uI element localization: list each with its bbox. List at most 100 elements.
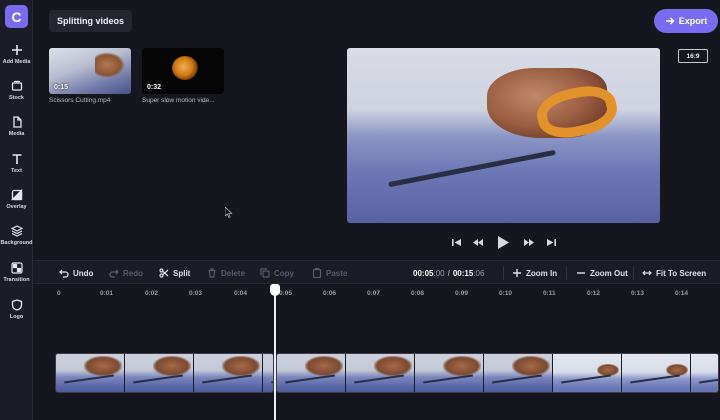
- paste-button[interactable]: Paste: [312, 261, 347, 285]
- ruler-label: 0:03: [189, 290, 203, 297]
- fit-to-screen-label: Fit To Screen: [656, 268, 707, 278]
- redo-icon: [109, 269, 119, 278]
- media-icon: [12, 116, 22, 128]
- split-button[interactable]: Split: [159, 261, 190, 285]
- sidebar-item-background[interactable]: Background: [0, 223, 33, 255]
- aspect-ratio-button[interactable]: 16:9: [678, 49, 708, 63]
- copy-button[interactable]: Copy: [260, 261, 294, 285]
- rewind-button[interactable]: [472, 236, 484, 248]
- sidebar: C Add Media Stock Media Text Overlay Bac…: [0, 0, 33, 420]
- ruler-label: 0:10: [499, 290, 513, 297]
- zoom-out-button[interactable]: Zoom Out: [576, 261, 628, 285]
- sidebar-item-add-media[interactable]: Add Media: [0, 42, 33, 74]
- total-time: 00:15: [452, 268, 474, 278]
- toolbar-divider: [566, 266, 567, 280]
- clip-frame: [415, 354, 484, 392]
- ruler-label: 0:01: [100, 290, 114, 297]
- zoom-in-button[interactable]: Zoom In: [512, 261, 557, 285]
- media-duration: 0:15: [54, 84, 69, 91]
- delete-label: Delete: [221, 268, 246, 278]
- play-button[interactable]: [496, 235, 510, 249]
- ruler-label: 0:08: [411, 290, 425, 297]
- sidebar-item-logo[interactable]: Logo: [0, 297, 33, 329]
- clip-frame: [484, 354, 553, 392]
- zoom-out-label: Zoom Out: [590, 268, 628, 278]
- sidebar-item-label: Text: [11, 168, 22, 174]
- ruler-label: 0:11: [543, 290, 556, 297]
- sidebar-item-label: Transition: [3, 277, 30, 283]
- media-item-slow-motion[interactable]: 0:32 Super slow motion vide...: [142, 48, 224, 104]
- undo-label: Undo: [73, 268, 94, 278]
- stock-icon: [11, 80, 22, 91]
- sidebar-item-label: Overlay: [6, 204, 27, 210]
- sidebar-item-text[interactable]: Text: [0, 151, 33, 183]
- sidebar-item-stock[interactable]: Stock: [0, 78, 33, 110]
- ruler-label: 0:07: [367, 290, 381, 297]
- clip-frame: [277, 354, 346, 392]
- export-icon: [665, 17, 675, 25]
- skip-to-start-button[interactable]: [450, 236, 462, 248]
- timecode-separator: /: [447, 268, 450, 278]
- playhead-handle[interactable]: [270, 284, 280, 296]
- preview-scissors-blade: [388, 149, 556, 188]
- project-title[interactable]: Splitting videos: [49, 10, 133, 32]
- total-frames: :06: [473, 268, 485, 278]
- fast-forward-icon: [524, 238, 534, 246]
- scissors-icon: [159, 268, 169, 278]
- sidebar-item-overlay[interactable]: Overlay: [0, 187, 33, 219]
- current-frames: :00: [433, 268, 445, 278]
- sidebar-item-transition[interactable]: Transition: [0, 260, 33, 292]
- video-clip-second-half[interactable]: [276, 353, 719, 393]
- toolbar-divider: [633, 266, 634, 280]
- fit-to-screen-icon: [642, 270, 652, 276]
- toolbar-divider: [503, 266, 504, 280]
- clip-frame: [194, 354, 263, 392]
- ruler-label: 0:14: [675, 290, 689, 297]
- ruler-label: 0:13: [631, 290, 645, 297]
- redo-button[interactable]: Redo: [109, 261, 143, 285]
- ruler-label: 0:02: [145, 290, 159, 297]
- media-name: Super slow motion vide...: [142, 97, 215, 104]
- media-thumbnail[interactable]: 0:15: [49, 48, 131, 94]
- video-preview[interactable]: [347, 48, 660, 223]
- sidebar-item-label: Background: [0, 240, 33, 246]
- fit-to-screen-button[interactable]: Fit To Screen: [642, 261, 706, 285]
- plus-icon: [11, 45, 22, 55]
- sidebar-item-label: Add Media: [2, 59, 31, 65]
- timecode: 00:05 :00 / 00:15 :06: [413, 261, 484, 285]
- clip-frame: [691, 354, 718, 392]
- ruler-label: 0:05: [279, 290, 293, 297]
- export-label: Export: [678, 16, 708, 26]
- redo-label: Redo: [123, 268, 143, 278]
- timeline-ruler[interactable]: 0 0:01 0:02 0:03 0:04 0:05 0:06 0:07 0:0…: [33, 284, 720, 300]
- fast-forward-button[interactable]: [523, 236, 535, 248]
- paste-label: Paste: [326, 268, 348, 278]
- skip-to-end-button[interactable]: [545, 236, 557, 248]
- minus-icon: [577, 272, 585, 274]
- clip-frame: [56, 354, 125, 392]
- timeline-toolbar: Undo Redo Split Delete Copy Paste 00:05 …: [33, 260, 720, 284]
- copy-icon: [260, 268, 270, 278]
- delete-button[interactable]: Delete: [207, 261, 245, 285]
- clip-frame: [263, 354, 273, 392]
- rewind-icon: [473, 238, 483, 246]
- clip-frame: [622, 354, 691, 392]
- sidebar-item-label: Media: [8, 131, 25, 137]
- text-icon: [12, 154, 21, 164]
- skip-end-icon: [546, 238, 556, 246]
- video-clip-first-half[interactable]: [55, 353, 274, 393]
- plus-icon: [513, 269, 521, 277]
- media-item-scissors[interactable]: 0:15 Scissors Cutting.mp4: [49, 48, 131, 104]
- media-duration: 0:32: [147, 84, 162, 91]
- app-logo[interactable]: C: [5, 5, 28, 28]
- sidebar-item-media[interactable]: Media: [0, 114, 33, 146]
- current-time: 00:05: [413, 268, 434, 278]
- playhead-line[interactable]: [274, 292, 276, 420]
- undo-icon: [59, 269, 69, 278]
- clip-frame: [553, 354, 622, 392]
- media-thumbnail[interactable]: 0:32: [142, 48, 224, 94]
- media-name: Scissors Cutting.mp4: [49, 97, 111, 104]
- export-button[interactable]: Export: [654, 9, 718, 33]
- play-icon: [497, 235, 509, 249]
- undo-button[interactable]: Undo: [59, 261, 93, 285]
